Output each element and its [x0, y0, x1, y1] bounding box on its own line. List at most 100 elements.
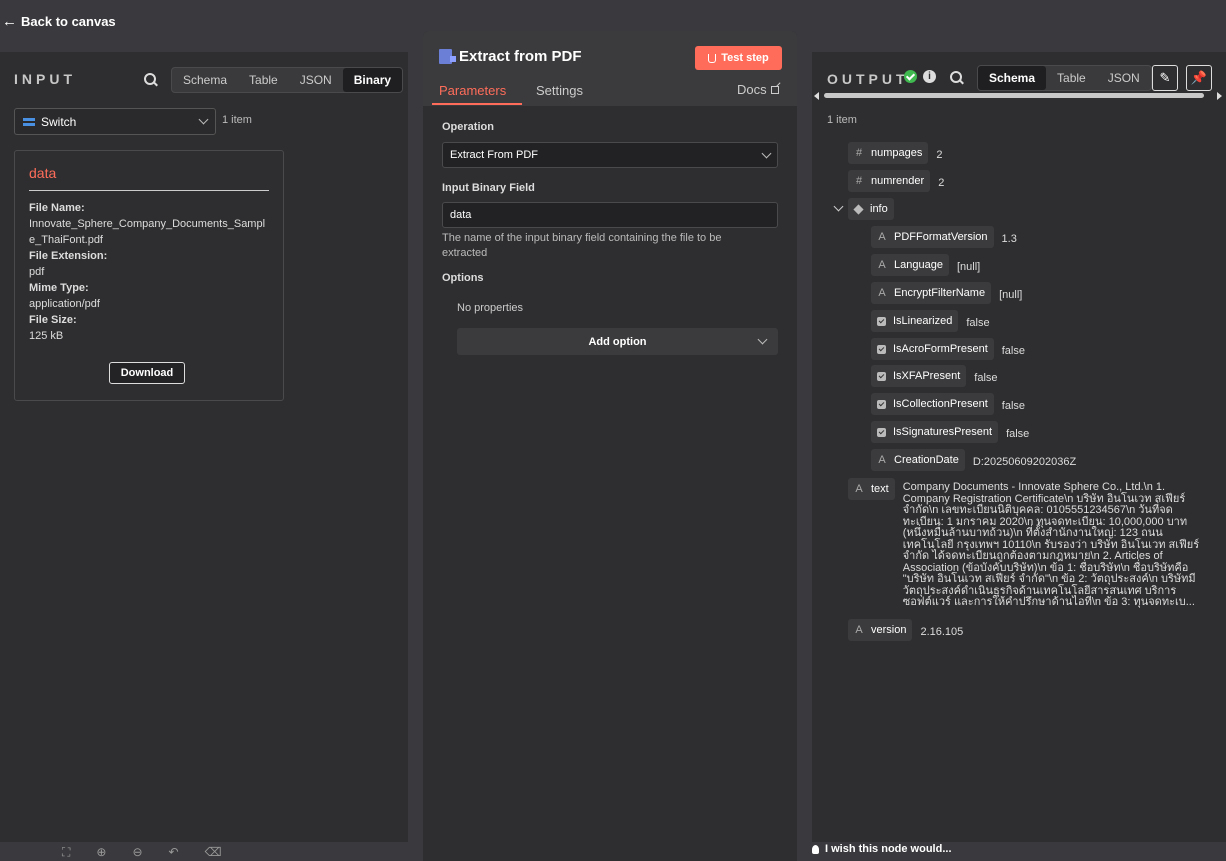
schema-key[interactable]: IsLinearized [871, 310, 959, 332]
schema-key[interactable]: # numrender [848, 170, 931, 192]
schema-row-encryptfiltername: A EncryptFilterName [null] [871, 282, 1022, 306]
schema-row-pdfformatversion: A PDFFormatVersion 1.3 [871, 226, 1017, 250]
search-icon[interactable] [143, 72, 159, 88]
operation-select[interactable]: Extract From PDF [442, 142, 778, 168]
schema-key[interactable]: IsCollectionPresent [871, 393, 994, 415]
key-label: numrender [871, 175, 925, 187]
schema-row-numpages: # numpages 2 [848, 142, 943, 166]
tab-schema[interactable]: Schema [978, 66, 1047, 90]
schema-value: 1.3 [1001, 233, 1017, 245]
string-type-icon: A [878, 287, 886, 299]
tab-settings[interactable]: Settings [536, 83, 583, 98]
feedback-link[interactable]: I wish this node would... [812, 843, 952, 855]
input-title: INPUT [14, 71, 76, 87]
boolean-type-icon [877, 371, 886, 381]
horizontal-scrollbar[interactable] [814, 91, 1222, 100]
back-to-canvas-link[interactable]: ← Back to canvas [2, 13, 116, 30]
number-type-icon: # [855, 175, 863, 187]
scroll-left-icon[interactable] [814, 92, 819, 100]
undo-icon[interactable]: ↶ [169, 845, 179, 859]
schema-value: false [966, 317, 990, 329]
schema-value: 2 [938, 177, 945, 189]
tab-table[interactable]: Table [238, 68, 289, 92]
options-label: Options [442, 272, 484, 284]
string-type-icon: A [855, 624, 863, 636]
test-step-button[interactable]: Test step [695, 46, 782, 70]
key-label: PDFFormatVersion [894, 231, 988, 243]
object-type-icon [853, 203, 864, 215]
schema-row-isacroformpresent: IsAcroFormPresent false [871, 338, 1025, 362]
tab-parameters[interactable]: Parameters [439, 83, 506, 98]
key-label: Language [894, 259, 943, 271]
add-option-button[interactable]: Add option [457, 328, 778, 355]
input-view-tabs: Schema Table JSON Binary [171, 67, 404, 93]
schema-value: false [1001, 345, 1025, 357]
schema-key[interactable]: IsXFAPresent [871, 365, 967, 387]
binary-card-title: data [29, 165, 269, 191]
flask-icon [708, 53, 717, 63]
chevron-down-icon [757, 334, 768, 345]
schema-key[interactable]: info [848, 198, 894, 220]
input-node-select[interactable]: Switch [14, 108, 216, 135]
file-ext-label: File Extension: [29, 250, 108, 262]
external-link-icon [770, 85, 779, 94]
clear-icon[interactable]: ⌫ [205, 845, 222, 859]
scrollbar-thumb[interactable] [824, 93, 1204, 98]
schema-key[interactable]: Aversion [848, 619, 913, 641]
search-icon[interactable] [949, 70, 965, 86]
size-label: File Size: [29, 314, 77, 326]
docs-label: Docs [737, 82, 767, 97]
arrow-left-icon: ← [2, 13, 17, 30]
string-type-icon: A [878, 231, 886, 243]
key-label: EncryptFilterName [894, 287, 986, 299]
schema-key[interactable]: IsAcroFormPresent [871, 338, 994, 360]
output-view-tabs: Schema Table JSON [977, 65, 1152, 91]
schema-row-language: A Language [null] [871, 254, 980, 278]
input-panel: INPUT Schema Table JSON Binary Switch 1 … [0, 52, 408, 842]
mime-value: application/pdf [29, 298, 100, 310]
tab-binary[interactable]: Binary [342, 68, 403, 92]
schema-key[interactable]: # numpages [848, 142, 929, 164]
input-item-count: 1 item [222, 114, 252, 126]
schema-key[interactable]: IsSignaturesPresent [871, 421, 999, 443]
schema-row-issignaturespresent: IsSignaturesPresent false [871, 421, 1029, 445]
zoom-in-icon[interactable]: ⊕ [96, 845, 106, 859]
operation-value: Extract From PDF [450, 149, 539, 161]
scroll-right-icon[interactable] [1217, 92, 1222, 100]
node-title: Extract from PDF [439, 48, 582, 65]
file-name-label: File Name: [29, 202, 85, 214]
schema-row-numrender: # numrender 2 [848, 170, 944, 194]
collapse-chevron-icon[interactable] [833, 201, 844, 212]
schema-key[interactable]: A CreationDate [871, 449, 965, 471]
info-icon[interactable]: i [923, 70, 936, 83]
pencil-icon: ✎ [1159, 70, 1171, 85]
boolean-type-icon [877, 316, 886, 326]
key-label: text [871, 483, 889, 495]
pin-output-button[interactable]: 📌 [1186, 65, 1212, 91]
edit-output-button[interactable]: ✎ [1152, 65, 1178, 91]
schema-value: 2.16.105 [920, 626, 964, 638]
schema-row-info: info [848, 198, 894, 220]
schema-key[interactable]: A Language [871, 254, 949, 276]
feedback-label: I wish this node would... [825, 843, 952, 855]
binary-field-input[interactable]: data [442, 202, 778, 228]
schema-row-creationdate: A CreationDate D:20250609202036Z [871, 449, 1076, 473]
tab-json[interactable]: JSON [1097, 66, 1151, 90]
docs-link[interactable]: Docs [737, 82, 779, 97]
key-label: version [871, 624, 907, 636]
tab-json[interactable]: JSON [289, 68, 343, 92]
add-option-label: Add option [588, 335, 647, 348]
schema-key[interactable]: Atext [848, 478, 895, 500]
schema-value: false [1006, 428, 1030, 440]
schema-key[interactable]: A PDFFormatVersion [871, 226, 994, 248]
tab-schema[interactable]: Schema [172, 68, 238, 92]
tab-table[interactable]: Table [1046, 66, 1097, 90]
schema-key[interactable]: A EncryptFilterName [871, 282, 992, 304]
download-button[interactable]: Download [109, 362, 185, 384]
string-type-icon: A [878, 259, 886, 271]
pin-icon: 📌 [1190, 70, 1208, 85]
schema-value: [null] [956, 261, 981, 273]
fit-view-icon[interactable]: ⛶ [62, 845, 70, 860]
schema-value: Company Documents - Innovate Sphere Co.,… [902, 481, 1200, 608]
zoom-out-icon[interactable]: ⊖ [132, 845, 142, 859]
